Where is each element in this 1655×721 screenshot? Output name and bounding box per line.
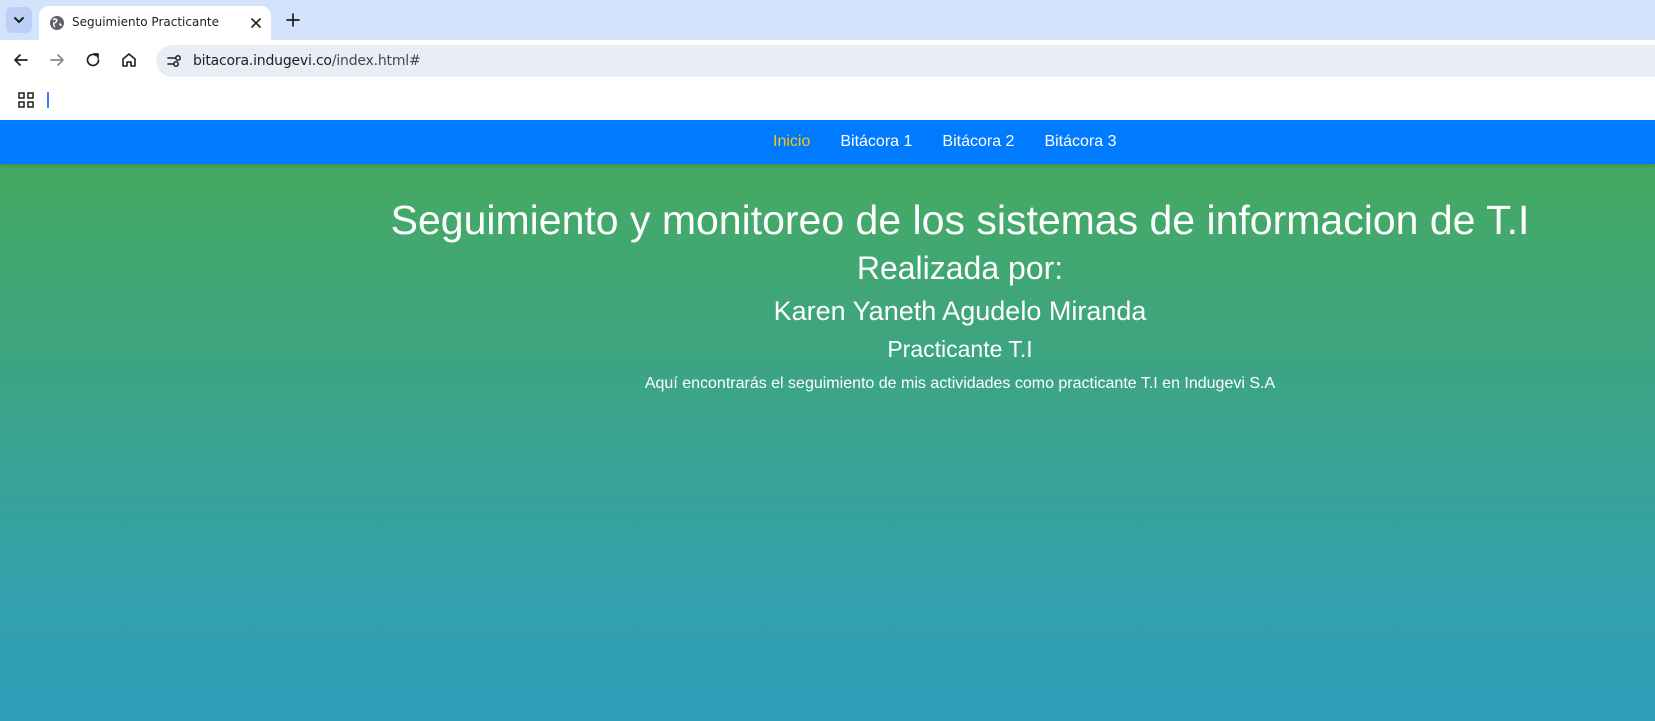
site-info-icon[interactable] bbox=[164, 51, 184, 71]
globe-icon bbox=[50, 16, 64, 30]
back-arrow-icon[interactable] bbox=[11, 50, 31, 70]
nav-link-bitacora-2[interactable]: Bitácora 2 bbox=[942, 133, 1014, 151]
chevron-down-icon bbox=[14, 17, 24, 24]
url-path: /index.html# bbox=[331, 53, 421, 69]
author-name: Karen Yaneth Agudelo Miranda bbox=[773, 296, 1147, 326]
tab-title: Seguimiento Practicante bbox=[72, 15, 220, 29]
close-icon[interactable] bbox=[246, 13, 266, 33]
author-label: Realizada por: bbox=[856, 250, 1064, 286]
forward-arrow-icon[interactable] bbox=[47, 50, 67, 70]
nav-link-bitacora-3[interactable]: Bitácora 3 bbox=[1044, 133, 1116, 151]
apps-grid-icon[interactable] bbox=[17, 91, 35, 109]
page-title: Seguimiento y monitoreo de los sistemas … bbox=[390, 197, 1530, 243]
address-bar[interactable]: bitacora.indugevi.co/index.html# bbox=[156, 45, 1655, 77]
hero-section: Seguimiento y monitoreo de los sistemas … bbox=[380, 164, 1540, 394]
bookmarks-divider bbox=[47, 92, 49, 108]
nav-links: Inicio Bitácora 1 Bitácora 2 Bitácora 3 bbox=[773, 120, 1147, 164]
page-content: Inicio Bitácora 1 Bitácora 2 Bitácora 3 … bbox=[0, 120, 1655, 721]
tab-search-button[interactable] bbox=[6, 7, 32, 33]
nav-link-inicio[interactable]: Inicio bbox=[773, 133, 810, 151]
reload-icon[interactable] bbox=[83, 50, 103, 70]
url-text: bitacora.indugevi.co/index.html# bbox=[193, 53, 421, 69]
browser-tab[interactable]: Seguimiento Practicante bbox=[39, 6, 271, 40]
bookmarks-bar bbox=[0, 80, 1655, 120]
url-host: bitacora.indugevi.co bbox=[193, 53, 332, 69]
plus-icon[interactable] bbox=[282, 9, 304, 31]
page-description: Aquí encontrarás el seguimiento de mis a… bbox=[644, 375, 1276, 392]
author-role: Practicante T.I bbox=[887, 336, 1033, 362]
top-navbar: Inicio Bitácora 1 Bitácora 2 Bitácora 3 bbox=[0, 120, 1655, 164]
browser-tab-strip: Seguimiento Practicante bbox=[0, 0, 1655, 40]
home-icon[interactable] bbox=[119, 50, 139, 70]
browser-toolbar: bitacora.indugevi.co/index.html# bbox=[0, 40, 1655, 80]
nav-link-bitacora-1[interactable]: Bitácora 1 bbox=[840, 133, 912, 151]
